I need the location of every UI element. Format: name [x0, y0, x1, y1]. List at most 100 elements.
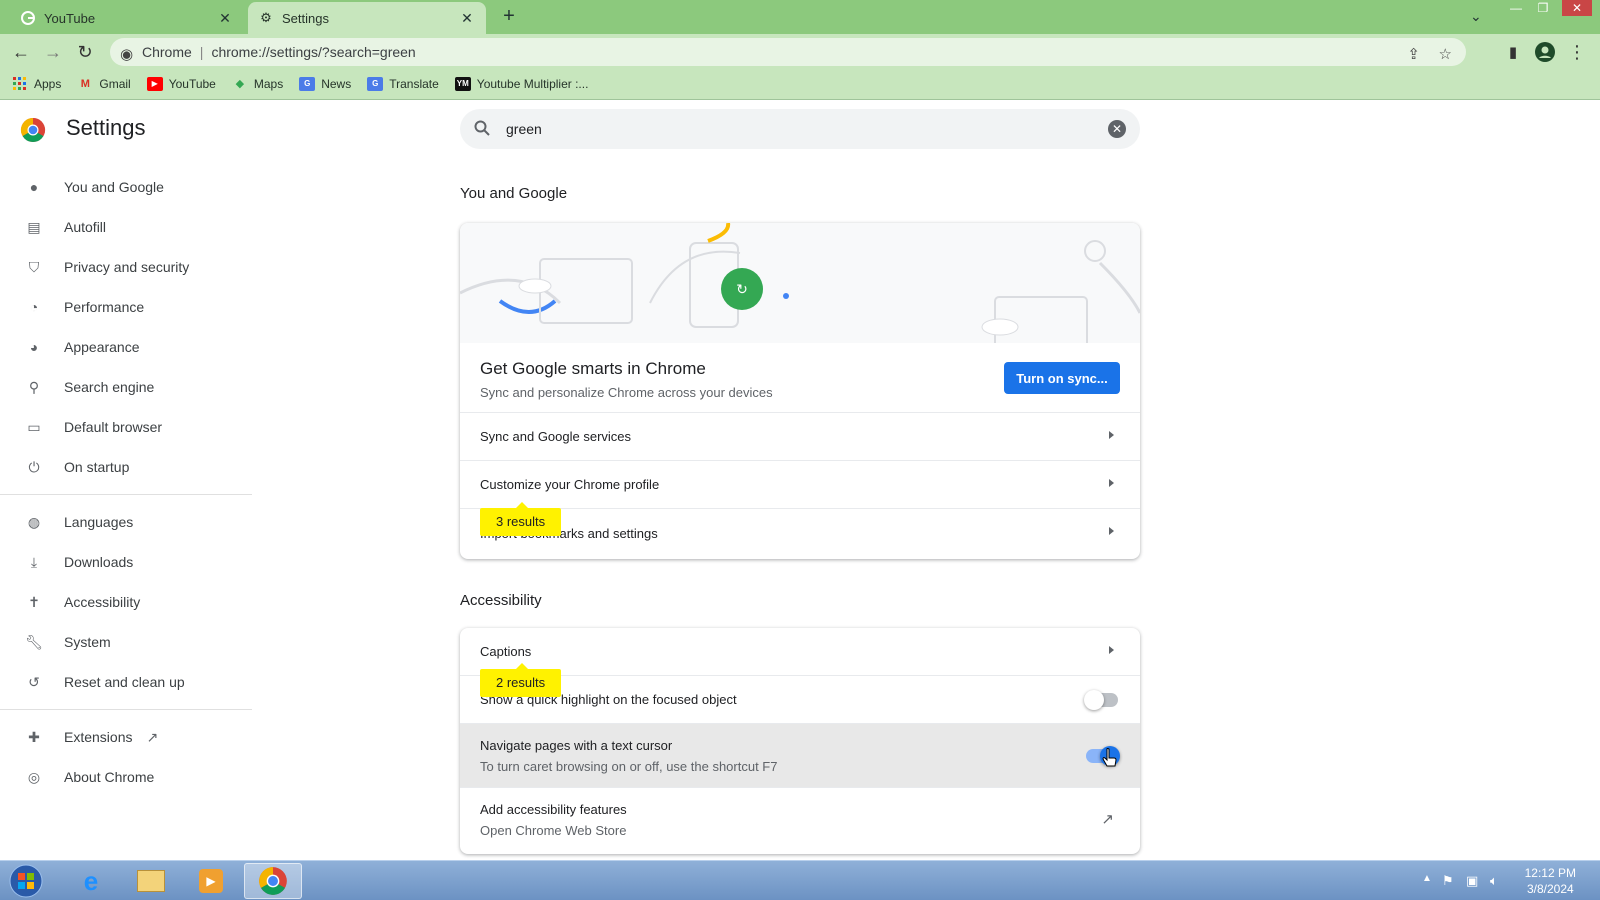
sidebar-item-label: System [64, 634, 111, 650]
bookmark-maps[interactable]: ◆ Maps [232, 77, 284, 91]
sidebar-item-extensions[interactable]: ✚ Extensions ↗ [0, 717, 252, 757]
row-label: Customize your Chrome profile [480, 477, 660, 492]
page-title: Settings [66, 115, 146, 140]
focus-highlight-toggle[interactable] [1084, 690, 1118, 710]
bookmark-gmail[interactable]: M Gmail [77, 76, 131, 91]
sidebar-item-privacy[interactable]: ⛉ Privacy and security [0, 247, 252, 287]
sidebar-item-languages[interactable]: ◍ Languages [0, 502, 252, 542]
bookmarks-bar: Apps M Gmail ▶ YouTube ◆ Maps G News G T… [0, 68, 1600, 100]
reload-icon[interactable]: ↻ [74, 41, 96, 63]
sidebar-item-label: Autofill [64, 219, 107, 235]
sidebar-item-downloads[interactable]: ⤓ Downloads [0, 542, 252, 582]
tab-youtube[interactable]: YouTube ✕ [10, 2, 244, 34]
profile-avatar-icon[interactable] [1534, 41, 1556, 63]
settings-sidebar: ● You and Google ▤ Autofill ⛉ Privacy and s… [0, 167, 252, 797]
row-customize-profile[interactable]: Customize your Chrome profile [460, 461, 1140, 509]
omnibox-url: chrome://settings/?search=green [211, 44, 416, 60]
taskbar-file-explorer[interactable] [122, 863, 180, 899]
row-label: Sync and Google services [480, 429, 632, 444]
address-bar[interactable]: ◉ Chrome | chrome://settings/?search=gre… [110, 38, 1466, 66]
chevron-right-icon [1109, 646, 1114, 654]
sidebar-item-default-browser[interactable]: ▭ Default browser [0, 407, 252, 447]
you-and-google-card: ↻ Get Google smarts in Chrome Sync and p… [460, 223, 1140, 559]
chevron-right-icon [1109, 431, 1114, 439]
sidebar-item-accessibility[interactable]: ✝ Accessibility [0, 582, 252, 622]
sidebar-item-on-startup[interactable]: ⏻ On startup [0, 447, 252, 487]
row-sync-services[interactable]: Sync and Google services [460, 413, 1140, 461]
clear-search-icon[interactable]: ✕ [1108, 120, 1126, 138]
system-clock[interactable]: 12:12 PM 3/8/2024 [1525, 865, 1576, 897]
share-icon[interactable]: ⇪ [1407, 45, 1420, 63]
row-label: Captions [480, 644, 532, 659]
bookmark-apps[interactable]: Apps [12, 76, 61, 91]
search-value: green [506, 121, 542, 137]
sidebar-divider [0, 494, 252, 495]
section-title-accessibility: Accessibility [460, 592, 542, 609]
accessibility-card: Captions Show a quick highlight on the f… [460, 628, 1140, 854]
tab-settings[interactable]: ⚙ Settings ✕ [248, 2, 486, 34]
tab-search-chevron-icon[interactable]: ⌄ [1470, 8, 1482, 25]
chevron-right-icon [1109, 527, 1114, 535]
chrome-icon: ◎ [27, 768, 41, 785]
open-in-new-icon[interactable]: ↗ [1101, 810, 1114, 828]
forward-arrow-icon[interactable]: → [42, 41, 64, 63]
taskbar-media-player[interactable]: ▶ [182, 863, 240, 899]
chrome-icon [259, 867, 287, 895]
bookmark-label: Youtube Multiplier :... [476, 76, 589, 91]
new-tab-button[interactable]: + [498, 6, 520, 28]
row-import-bookmarks[interactable]: Import bookmarks and settings [460, 509, 1140, 557]
action-center-flag-icon[interactable]: ⚑ [1442, 873, 1454, 889]
chevron-right-icon [1109, 479, 1114, 487]
settings-search-input[interactable]: green ✕ [460, 109, 1140, 149]
sidebar-item-label: Languages [64, 514, 134, 530]
bookmark-youtube-multiplier[interactable]: YM Youtube Multiplier :... [454, 76, 589, 91]
clipboard-icon: ▤ [27, 218, 41, 235]
row-caret-browsing[interactable]: Navigate pages with a text cursor To tur… [460, 724, 1140, 788]
back-arrow-icon[interactable]: ← [10, 41, 32, 63]
menu-kebab-icon[interactable]: ⋮ [1566, 41, 1588, 63]
omnibox-site-label: Chrome [142, 44, 192, 60]
bookmark-label: Translate [389, 76, 439, 91]
sidebar-item-system[interactable]: 🔧︎ System [0, 622, 252, 662]
tab-strip: YouTube ✕ ⚙ Settings ✕ + ⌄ — ❐ ✕ [0, 0, 1600, 34]
sidebar-item-performance[interactable]: ◔ Performance [0, 287, 252, 327]
row-focus-highlight[interactable]: Show a quick highlight on the focused ob… [460, 676, 1140, 724]
network-icon[interactable]: ▣ [1466, 873, 1478, 889]
chrome-site-icon: ◉ [120, 46, 134, 63]
bookmark-youtube[interactable]: ▶ YouTube [146, 76, 216, 91]
sidebar-item-label: Reset and clean up [64, 674, 185, 690]
minimize-icon[interactable]: — [1503, 0, 1529, 16]
search-icon [474, 120, 490, 139]
tab-title: Settings [282, 10, 329, 26]
sidebar-item-reset[interactable]: ↺ Reset and clean up [0, 662, 252, 702]
sidebar-item-search-engine[interactable]: ⚲ Search engine [0, 367, 252, 407]
row-title: Navigate pages with a text cursor [480, 738, 673, 753]
download-icon: ⤓ [30, 553, 38, 570]
bookmark-star-icon[interactable]: ☆ [1439, 45, 1452, 63]
side-panel-icon[interactable]: ▮ [1502, 41, 1524, 63]
row-add-accessibility-features[interactable]: Add accessibility features Open Chrome W… [460, 788, 1140, 852]
close-window-icon[interactable]: ✕ [1562, 0, 1592, 16]
sidebar-item-label: Downloads [64, 554, 134, 570]
bookmark-translate[interactable]: G Translate [367, 76, 439, 91]
apps-grid-icon [12, 76, 28, 91]
sidebar-item-you-and-google[interactable]: ● You and Google [0, 167, 252, 207]
close-tab-icon[interactable]: ✕ [458, 9, 476, 27]
restore-icon[interactable]: ❐ [1530, 0, 1556, 16]
volume-muted-icon[interactable]: 🔈︎ [1490, 873, 1498, 889]
tray-expand-icon[interactable]: ▲ [1422, 873, 1432, 884]
bookmark-label: Gmail [99, 76, 131, 91]
start-button[interactable] [0, 863, 52, 899]
omnibox-separator: | [199, 44, 204, 60]
sidebar-item-label: Performance [64, 299, 145, 315]
close-tab-icon[interactable]: ✕ [216, 9, 234, 27]
bookmark-news[interactable]: G News [299, 76, 351, 91]
sidebar-item-autofill[interactable]: ▤ Autofill [0, 207, 252, 247]
sidebar-item-appearance[interactable]: ◕ Appearance [0, 327, 252, 367]
turn-on-sync-button[interactable]: Turn on sync... [1004, 362, 1120, 394]
taskbar-internet-explorer[interactable]: e [62, 863, 120, 899]
translate-icon: G [367, 76, 384, 91]
taskbar-chrome[interactable] [244, 863, 302, 899]
row-captions[interactable]: Captions [460, 628, 1140, 676]
sidebar-item-about[interactable]: ◎ About Chrome [0, 757, 252, 797]
